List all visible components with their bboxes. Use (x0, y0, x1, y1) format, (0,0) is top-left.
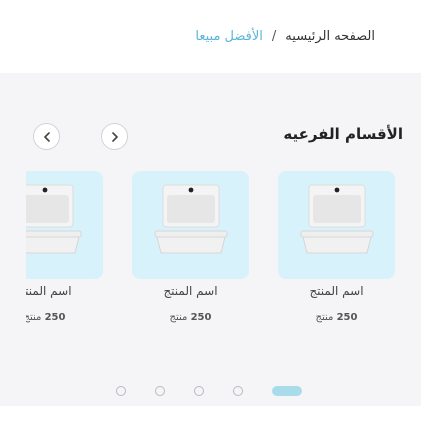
product-count: 250 منتج (278, 312, 395, 323)
product-count: 250 منتج (26, 312, 103, 323)
pagination-dot[interactable] (194, 386, 204, 396)
product-count-number: 250 (336, 312, 358, 323)
product-count-unit: منتج (26, 312, 42, 323)
product-name: اسم المنتج (309, 284, 364, 298)
sink-basin-image (300, 184, 373, 254)
product-carousel[interactable]: اسم المنتج 250 منتج اسم المنتج 250 منتج (26, 171, 421, 341)
breadcrumb: الصفحه الرئيسيه / الأفضل مبيعا (195, 24, 375, 48)
product-count: 250 منتج (132, 312, 249, 323)
carousel-next-button[interactable] (101, 123, 128, 150)
chevron-right-icon (110, 127, 120, 146)
pagination-dot[interactable] (116, 386, 126, 396)
product-image (26, 171, 103, 279)
breadcrumb-separator: / (271, 28, 277, 44)
breadcrumb-home-link[interactable]: الصفحه الرئيسيه (285, 29, 375, 44)
product-image (278, 171, 395, 279)
sink-basin-image (26, 184, 81, 254)
product-card[interactable]: اسم المنتج 250 منتج (26, 171, 103, 331)
product-count-unit: منتج (315, 312, 334, 323)
pagination-dot[interactable] (233, 386, 243, 396)
carousel-prev-button[interactable] (33, 123, 60, 150)
product-count-unit: منتج (169, 312, 188, 323)
product-name: اسم المنتج (163, 284, 218, 298)
section-title: الأقسام الفرعيه (283, 125, 403, 143)
product-name: اسم المنتج (26, 284, 72, 298)
pagination-dot[interactable] (155, 386, 165, 396)
product-image (132, 171, 249, 279)
product-count-number: 250 (190, 312, 212, 323)
chevron-left-icon (42, 127, 52, 146)
product-count-number: 250 (44, 312, 66, 323)
sink-basin-image (154, 184, 227, 254)
product-card[interactable]: اسم المنتج 250 منتج (132, 171, 249, 331)
product-card[interactable]: اسم المنتج 250 منتج (278, 171, 395, 331)
carousel-pagination (116, 386, 302, 396)
breadcrumb-current: الأفضل مبيعا (195, 28, 263, 44)
pagination-dot-active[interactable] (272, 386, 302, 396)
